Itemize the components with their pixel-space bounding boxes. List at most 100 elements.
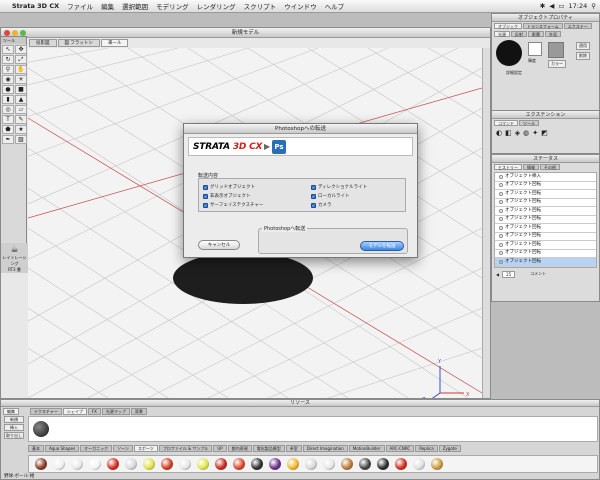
- history-row[interactable]: オブジェクト回転: [495, 207, 596, 216]
- category-tab[interactable]: スポーツ: [133, 445, 158, 452]
- tab-info[interactable]: 情報: [523, 164, 539, 170]
- rotate-icon[interactable]: ↻: [2, 55, 14, 64]
- ball-shape-icon[interactable]: [251, 458, 263, 470]
- category-tab[interactable]: ARC-CNRC: [385, 445, 415, 452]
- light-sphere-preview[interactable]: [496, 40, 522, 66]
- history-row[interactable]: オブジェクト回転: [495, 241, 596, 250]
- main-window-titlebar[interactable]: 新規モデル: [1, 28, 490, 38]
- ball-shape-icon[interactable]: [35, 458, 47, 470]
- option-grid-objects[interactable]: ✓ グリッドオブジェクト: [203, 184, 255, 190]
- tab-appearance[interactable]: 外見: [545, 31, 561, 37]
- ball-shape-icon[interactable]: [125, 458, 137, 470]
- checkbox-checked-icon[interactable]: ✓: [311, 202, 316, 208]
- vertical-scrollbar[interactable]: [482, 48, 490, 398]
- menu-file[interactable]: ファイル: [67, 1, 93, 11]
- battery-icon[interactable]: ▭: [558, 2, 564, 10]
- ball-shape-icon[interactable]: [305, 458, 317, 470]
- history-row[interactable]: オブジェクト回転: [495, 224, 596, 233]
- tab-object[interactable]: オブジェク: [494, 23, 522, 29]
- history-row[interactable]: オブジェクト回転: [495, 249, 596, 258]
- ball-shape-icon[interactable]: [323, 458, 335, 470]
- comment-label[interactable]: コメント: [530, 271, 546, 277]
- extension-icon-3[interactable]: ◈: [515, 129, 520, 137]
- status-title[interactable]: ステータス: [492, 155, 599, 163]
- ball-shape-icon[interactable]: [287, 458, 299, 470]
- tab-command[interactable]: コマンド: [494, 120, 518, 126]
- tab-history[interactable]: ヒストリー: [494, 164, 522, 170]
- extension-icon-4[interactable]: ◍: [523, 129, 529, 137]
- tab-light-maps[interactable]: 光源マップ: [101, 408, 130, 415]
- tab-flat[interactable]: 図 フラットシ: [57, 39, 100, 47]
- cone-icon[interactable]: ▲: [15, 95, 27, 104]
- object-properties-title[interactable]: オブジェクトプロパティ: [492, 14, 599, 22]
- render-mode[interactable]: ☕ レイトレーシング RT3 書: [1, 243, 28, 273]
- history-row-selected[interactable]: オブジェクト回転: [495, 258, 596, 267]
- tab-projection[interactable]: 投影図: [29, 39, 57, 47]
- cancel-button[interactable]: キャンセル: [198, 240, 240, 250]
- advanced-settings-label[interactable]: 詳細設定: [492, 70, 599, 76]
- move-icon[interactable]: ✥: [15, 45, 27, 54]
- ball-shape-icon[interactable]: [71, 458, 83, 470]
- clock[interactable]: 17:24: [569, 2, 588, 10]
- category-tab[interactable]: 電化製品模型: [252, 445, 285, 452]
- menu-modeling[interactable]: モデリング: [156, 1, 189, 11]
- tab-edit[interactable]: 編集: [3, 408, 19, 415]
- tab-fx[interactable]: FX: [87, 408, 101, 415]
- category-tab[interactable]: UP: [213, 445, 227, 452]
- delete-button[interactable]: 削除: [576, 52, 590, 60]
- camera-icon[interactable]: ◉: [2, 75, 14, 84]
- hand-icon[interactable]: ✋: [15, 65, 27, 74]
- ball-shape-icon[interactable]: [233, 458, 245, 470]
- tab-other[interactable]: その他: [540, 164, 560, 170]
- cylinder-icon[interactable]: ▮: [2, 95, 14, 104]
- resource-title[interactable]: リソース: [1, 400, 599, 407]
- category-tab[interactable]: Replica: [415, 445, 438, 452]
- pen-icon[interactable]: ✎: [15, 115, 27, 124]
- extension-icon-5[interactable]: ✦: [532, 129, 538, 137]
- resource-preview-area[interactable]: [28, 416, 598, 442]
- option-camera[interactable]: ✓ カメラ: [311, 202, 332, 208]
- history-zoom-value[interactable]: 25: [502, 270, 516, 278]
- ball-shape-icon[interactable]: [377, 458, 389, 470]
- checkbox-checked-icon[interactable]: ✓: [203, 202, 208, 208]
- category-tab[interactable]: プロファイル & サンプル: [158, 445, 213, 452]
- apply-button[interactable]: 適用: [576, 42, 590, 50]
- sphere-icon[interactable]: ●: [2, 85, 14, 94]
- selected-resource-thumbnail[interactable]: [33, 421, 49, 437]
- eyedropper-icon[interactable]: ✒: [2, 135, 14, 144]
- history-row[interactable]: オブジェクト回転: [495, 198, 596, 207]
- history-row[interactable]: オブジェクト回転: [495, 190, 596, 199]
- tab-light[interactable]: 光源: [494, 31, 510, 37]
- polygon-icon[interactable]: ⬟: [2, 125, 14, 134]
- tab-transform[interactable]: トランスフォーム: [523, 23, 563, 29]
- ball-shape-icon[interactable]: [431, 458, 443, 470]
- tab-tool[interactable]: ツール: [519, 120, 539, 126]
- ball-shape-icon[interactable]: [53, 458, 65, 470]
- history-back-icon[interactable]: ◀: [496, 272, 499, 277]
- menu-script[interactable]: スクリプト: [244, 1, 277, 11]
- ball-shape-icon[interactable]: [359, 458, 371, 470]
- checkbox-checked-icon[interactable]: ✓: [203, 184, 208, 190]
- scale-icon[interactable]: ⤢: [15, 55, 27, 64]
- zoom-tool-icon[interactable]: ⚲: [2, 65, 14, 74]
- option-hidden-objects[interactable]: ✓ 非表示オブジェクト: [203, 193, 251, 199]
- app-menu[interactable]: Strata 3D CX: [12, 2, 59, 10]
- tool-palette-title[interactable]: ツール: [1, 37, 26, 44]
- ball-shape-icon[interactable]: [179, 458, 191, 470]
- ball-shape-icon[interactable]: [269, 458, 281, 470]
- ball-shape-icon[interactable]: [413, 458, 425, 470]
- category-tab[interactable]: 都内再現: [227, 445, 252, 452]
- new-button[interactable]: 新規: [4, 416, 24, 423]
- text-icon[interactable]: T: [2, 115, 14, 124]
- tab-shapes[interactable]: シェイプ: [62, 408, 87, 415]
- category-tab[interactable]: オーガニック: [80, 445, 113, 452]
- color-button[interactable]: カラー: [548, 60, 566, 68]
- ball-shape-icon[interactable]: [215, 458, 227, 470]
- checkbox-checked-icon[interactable]: ✓: [203, 193, 208, 199]
- plane-icon[interactable]: ▱: [15, 105, 27, 114]
- gray-swatch[interactable]: [548, 42, 564, 58]
- history-row[interactable]: オブジェクト回転: [495, 232, 596, 241]
- category-tab[interactable]: ソーン: [113, 445, 133, 452]
- extension-title[interactable]: エクステンション: [492, 111, 599, 119]
- category-tab[interactable]: Zygote: [438, 445, 461, 452]
